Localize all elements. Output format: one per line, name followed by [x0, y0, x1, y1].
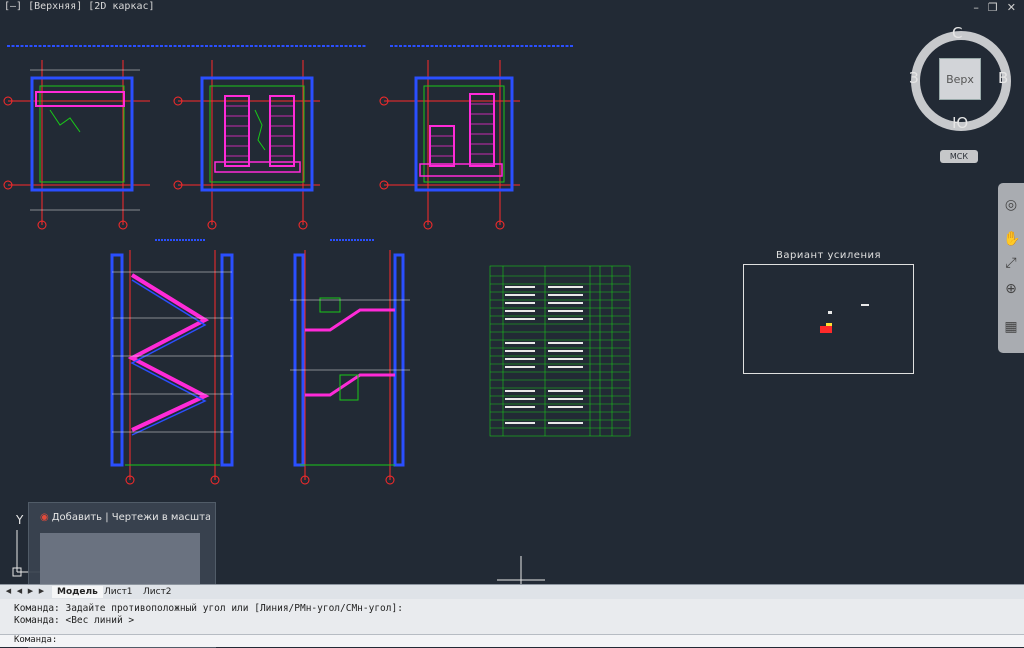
pan-icon[interactable]: ✋: [1003, 231, 1020, 247]
compass-west[interactable]: З: [909, 69, 919, 87]
viewcube[interactable]: Верх С Ю В З: [905, 24, 1013, 145]
last-tab-icon[interactable]: ▶: [37, 587, 46, 596]
tab-layout2[interactable]: Лист2: [138, 586, 177, 598]
command-prompt: Команда:: [14, 635, 58, 645]
browser-icon: ◉: [40, 512, 49, 523]
plan-1: [3, 60, 150, 230]
compass-east[interactable]: В: [998, 69, 1008, 87]
showmotion-icon[interactable]: ▦: [1003, 319, 1019, 335]
orbit-icon[interactable]: ⊕: [1003, 281, 1019, 297]
command-history-line-1: Команда: Задайте противоположный угол ил…: [14, 603, 403, 614]
steering-wheel-icon[interactable]: ◎: [1003, 197, 1019, 213]
next-tab-icon[interactable]: ▶: [26, 587, 35, 596]
variant-frame: [743, 264, 914, 374]
layout-tabs-bar: ◀ ◀ ▶ ▶ Модель Лист1 Лист2: [0, 584, 1024, 599]
tab-layout1[interactable]: Лист1: [99, 586, 138, 598]
taskbar-preview-title[interactable]: ◉ Добавить | Чертежи в масшта...: [40, 512, 210, 523]
navigation-bar: ◎ ✋ ⤢ ⊕ ▦: [998, 183, 1024, 353]
zoom-extents-icon[interactable]: ⤢: [1003, 255, 1019, 271]
command-line-input[interactable]: Команда:: [0, 634, 1024, 647]
spec-table-text: [505, 286, 583, 424]
compass-south[interactable]: Ю: [952, 114, 968, 132]
command-history-line-2: Команда: <Вес линий >: [14, 615, 135, 626]
wcs-menu-button[interactable]: МСК: [940, 150, 978, 163]
viewcube-top-face[interactable]: Верх: [939, 58, 981, 100]
tab-model[interactable]: Модель: [52, 586, 103, 598]
plan-2: [173, 60, 320, 230]
prev-tab-icon[interactable]: ◀: [15, 587, 24, 596]
variant-title: Вариант усиления: [775, 250, 882, 261]
crosshair-cursor: [497, 556, 545, 584]
ucs-y-axis: Y: [15, 513, 24, 527]
section-1: [110, 239, 234, 485]
first-tab-icon[interactable]: ◀: [4, 587, 13, 596]
plan-3: [379, 60, 520, 230]
section-2: [290, 239, 410, 485]
compass-north[interactable]: С: [952, 24, 962, 42]
